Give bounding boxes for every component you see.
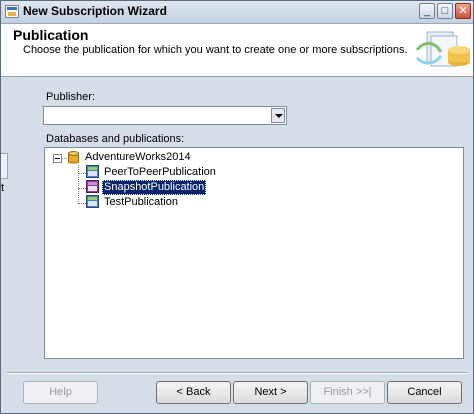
databases-publications-label: Databases and publications: <box>46 133 185 145</box>
close-button[interactable]: ✕ <box>455 3 471 19</box>
tree-item-publication[interactable]: TestPublication <box>102 195 180 210</box>
publication-name: PeerToPeerPublication <box>104 166 216 178</box>
maximize-button[interactable]: □ <box>437 3 453 19</box>
publication-icon <box>86 195 99 208</box>
background-window-edge <box>1 153 8 179</box>
tree-connector <box>78 203 86 204</box>
tree-connector <box>78 173 86 174</box>
tree-item-publication-selected[interactable]: SnapshotPublication <box>102 180 207 195</box>
publication-name: SnapshotPublication <box>102 180 207 195</box>
tree-item-publication[interactable]: PeerToPeerPublication <box>102 165 218 180</box>
page-title: Publication <box>13 27 89 43</box>
finish-button[interactable]: Finish >>| <box>310 381 385 404</box>
title-bar[interactable]: New Subscription Wizard _ □ ✕ <box>1 1 473 24</box>
tree-connector <box>78 165 79 204</box>
collapse-icon[interactable] <box>53 154 62 163</box>
chevron-down-icon[interactable] <box>271 108 285 123</box>
database-name: AdventureWorks2014 <box>85 151 191 163</box>
publication-icon <box>86 165 99 178</box>
publisher-dropdown[interactable] <box>43 106 287 125</box>
cancel-button[interactable]: Cancel <box>387 381 462 404</box>
window-title: New Subscription Wizard <box>23 4 167 18</box>
wizard-header: Publication Choose the publication for w… <box>1 24 473 77</box>
publication-banner-icon <box>415 31 470 67</box>
publication-icon <box>86 180 99 193</box>
page-description: Choose the publication for which you wan… <box>23 44 408 56</box>
tree-connector <box>78 188 86 189</box>
wizard-icon <box>5 5 19 18</box>
publications-tree[interactable]: AdventureWorks2014 PeerToPeerPublication… <box>44 147 464 359</box>
tree-item-database[interactable]: AdventureWorks2014 <box>83 150 193 165</box>
publisher-label: Publisher: <box>46 91 95 103</box>
footer-divider <box>7 372 467 374</box>
database-icon <box>68 151 79 164</box>
minimize-button[interactable]: _ <box>419 3 435 19</box>
background-window-text: t <box>1 182 5 194</box>
publication-name: TestPublication <box>104 196 178 208</box>
help-button[interactable]: Help <box>23 381 98 404</box>
wizard-window: New Subscription Wizard _ □ ✕ Publicatio… <box>0 0 474 414</box>
next-button[interactable]: Next > <box>233 381 308 404</box>
back-button[interactable]: < Back <box>156 381 231 404</box>
